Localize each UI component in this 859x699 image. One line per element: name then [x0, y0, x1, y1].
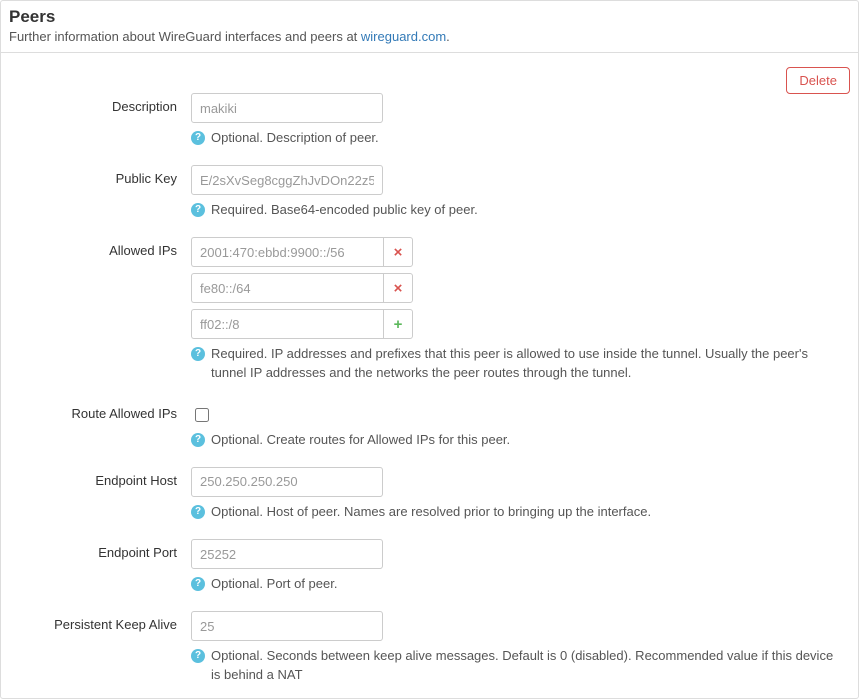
- row-description: Description ? Optional. Description of p…: [13, 93, 846, 147]
- remove-ip-button[interactable]: ×: [383, 273, 413, 303]
- row-route-allowed-ips: Route Allowed IPs ? Optional. Create rou…: [13, 400, 846, 449]
- help-endpoint-host: Optional. Host of peer. Names are resolv…: [211, 503, 846, 521]
- route-allowed-ips-checkbox[interactable]: [195, 408, 209, 422]
- help-keep-alive: Optional. Seconds between keep alive mes…: [211, 647, 846, 683]
- allowed-ip-input-0[interactable]: [191, 237, 383, 267]
- page-subtitle: Further information about WireGuard inte…: [9, 29, 850, 44]
- label-keep-alive: Persistent Keep Alive: [13, 611, 191, 632]
- remove-ip-button[interactable]: ×: [383, 237, 413, 267]
- help-icon: ?: [191, 203, 205, 217]
- close-icon: ×: [394, 244, 403, 261]
- label-description: Description: [13, 93, 191, 114]
- plus-icon: +: [394, 316, 403, 333]
- close-icon: ×: [394, 280, 403, 297]
- label-endpoint-host: Endpoint Host: [13, 467, 191, 488]
- allowed-ip-row: ×: [191, 273, 846, 303]
- help-icon: ?: [191, 505, 205, 519]
- public-key-input[interactable]: [191, 165, 383, 195]
- row-allowed-ips: Allowed IPs × × + ? Required. IP address…: [13, 237, 846, 381]
- subtitle-prefix: Further information about WireGuard inte…: [9, 29, 361, 44]
- delete-button[interactable]: Delete: [786, 67, 850, 94]
- label-allowed-ips: Allowed IPs: [13, 237, 191, 258]
- allowed-ip-row: +: [191, 309, 846, 339]
- description-input[interactable]: [191, 93, 383, 123]
- row-endpoint-host: Endpoint Host ? Optional. Host of peer. …: [13, 467, 846, 521]
- allowed-ip-row: ×: [191, 237, 846, 267]
- help-endpoint-port: Optional. Port of peer.: [211, 575, 846, 593]
- endpoint-port-input[interactable]: [191, 539, 383, 569]
- subtitle-suffix: .: [446, 29, 450, 44]
- endpoint-host-input[interactable]: [191, 467, 383, 497]
- row-keep-alive: Persistent Keep Alive ? Optional. Second…: [13, 611, 846, 683]
- allowed-ip-input-2[interactable]: [191, 309, 383, 339]
- label-public-key: Public Key: [13, 165, 191, 186]
- label-endpoint-port: Endpoint Port: [13, 539, 191, 560]
- wireguard-link[interactable]: wireguard.com: [361, 29, 446, 44]
- form-body: Description ? Optional. Description of p…: [1, 53, 858, 698]
- help-icon: ?: [191, 649, 205, 663]
- help-icon: ?: [191, 347, 205, 361]
- row-endpoint-port: Endpoint Port ? Optional. Port of peer.: [13, 539, 846, 593]
- peers-panel: Peers Further information about WireGuar…: [0, 0, 859, 699]
- help-icon: ?: [191, 433, 205, 447]
- help-route-allowed-ips: Optional. Create routes for Allowed IPs …: [211, 431, 846, 449]
- allowed-ip-input-1[interactable]: [191, 273, 383, 303]
- panel-header: Peers Further information about WireGuar…: [1, 1, 858, 53]
- label-route-allowed-ips: Route Allowed IPs: [13, 400, 191, 421]
- keep-alive-input[interactable]: [191, 611, 383, 641]
- page-title: Peers: [9, 7, 850, 27]
- help-icon: ?: [191, 131, 205, 145]
- add-ip-button[interactable]: +: [383, 309, 413, 339]
- help-icon: ?: [191, 577, 205, 591]
- help-public-key: Required. Base64-encoded public key of p…: [211, 201, 846, 219]
- row-public-key: Public Key ? Required. Base64-encoded pu…: [13, 165, 846, 219]
- help-description: Optional. Description of peer.: [211, 129, 846, 147]
- help-allowed-ips: Required. IP addresses and prefixes that…: [211, 345, 846, 381]
